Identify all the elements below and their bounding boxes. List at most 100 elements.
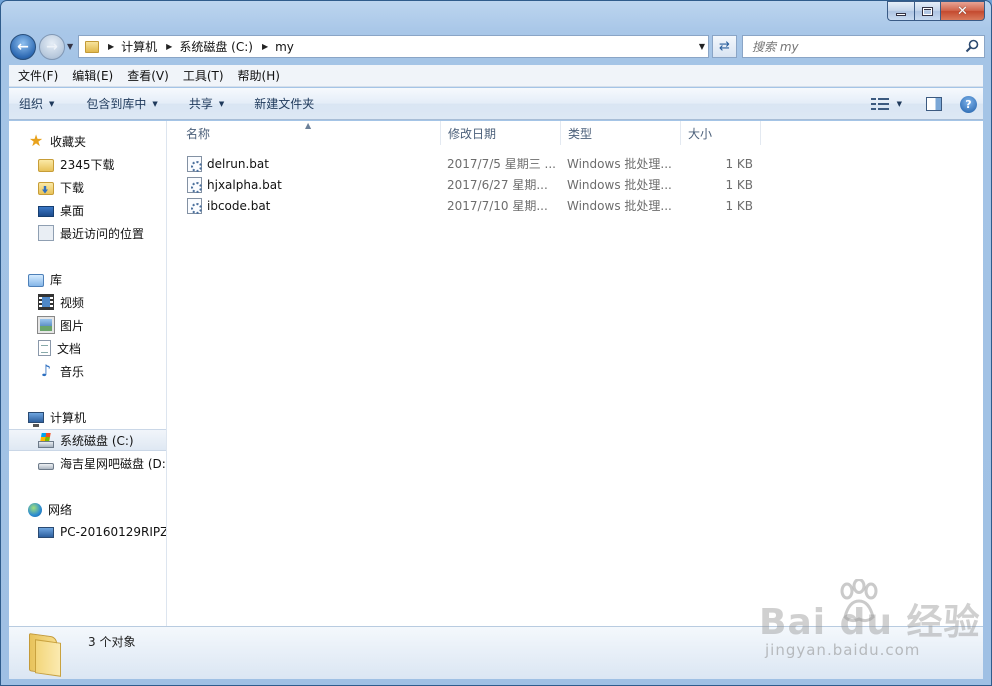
file-type: Windows 批处理... [567, 178, 672, 192]
chevron-right-icon[interactable]: ▶ [108, 42, 114, 51]
folder-icon [38, 158, 54, 172]
nav-item-label: 系统磁盘 (C:) [60, 433, 134, 448]
network-computer-icon [38, 527, 54, 538]
maximize-button[interactable] [914, 1, 940, 21]
breadcrumb-computer[interactable]: 计算机 [121, 38, 157, 55]
recent-places-icon [38, 225, 54, 241]
minimize-button[interactable] [887, 1, 914, 21]
search-box[interactable] [742, 35, 985, 58]
nav-item-label: 海吉星网吧磁盘 (D:) [60, 456, 167, 471]
file-name: hjxalpha.bat [207, 177, 282, 192]
nav-item-documents[interactable]: 文档 [9, 337, 166, 359]
nav-item-label: 音乐 [60, 364, 85, 379]
nav-item-label: 桌面 [60, 203, 85, 218]
nav-item-recent-places[interactable]: 最近访问的位置 [9, 222, 166, 244]
nav-item-downloads[interactable]: 下载 [9, 176, 166, 198]
music-note-icon: ♪ [40, 361, 52, 380]
content-area: ★ 收藏夹 2345下载 下载 桌面 最近访问的位置 库 视频 图片 文档 ♪ … [9, 121, 983, 626]
menu-view[interactable]: 查看(V) [120, 67, 176, 84]
batch-file-icon [187, 197, 202, 214]
share-button[interactable]: 共享 ▼ [167, 95, 233, 112]
menu-bar: 文件(F) 编辑(E) 查看(V) 工具(T) 帮助(H) [9, 65, 983, 87]
column-header-size[interactable]: 大小 [681, 121, 761, 145]
nav-item-label: 2345下载 [60, 157, 115, 172]
address-dropdown-icon[interactable]: ▼ [699, 42, 705, 51]
nav-group-favorites[interactable]: ★ 收藏夹 [9, 130, 166, 152]
file-row[interactable]: delrun.bat 2017/7/5 星期三 ... Windows 批处理.… [168, 153, 768, 174]
nav-item-label: 图片 [60, 318, 85, 333]
chevron-right-icon[interactable]: ▶ [166, 42, 172, 51]
video-icon [38, 294, 54, 310]
command-bar: 组织 ▼ 包含到库中 ▼ 共享 ▼ 新建文件夹 ▼ ? [9, 88, 983, 120]
new-folder-button[interactable]: 新建文件夹 [233, 95, 323, 112]
nav-item-d-drive[interactable]: 海吉星网吧磁盘 (D:) [9, 452, 167, 474]
view-dropdown-icon[interactable]: ▼ [897, 100, 902, 108]
nav-group-network[interactable]: 网络 [9, 498, 166, 520]
dropdown-arrow-icon: ▼ [49, 99, 55, 108]
drive-icon [38, 462, 54, 470]
picture-icon [37, 316, 55, 334]
column-header-type[interactable]: 类型 [561, 121, 681, 145]
search-icon[interactable] [965, 39, 979, 53]
file-size: 1 KB [725, 177, 753, 192]
back-arrow-icon: ← [17, 39, 29, 55]
nav-item-network-pc[interactable]: PC-20160129RIPZ [9, 521, 167, 543]
nav-group-libraries[interactable]: 库 [9, 268, 166, 290]
refresh-icon: ⇄ [719, 39, 730, 54]
maximize-icon [922, 6, 933, 16]
file-row[interactable]: hjxalpha.bat 2017/6/27 星期... Windows 批处理… [168, 174, 768, 195]
sort-ascending-icon: ▲ [305, 121, 312, 130]
dropdown-arrow-icon: ▼ [152, 99, 158, 108]
system-drive-icon [38, 440, 54, 448]
column-header-label: 修改日期 [448, 126, 497, 141]
view-options-icon[interactable] [870, 97, 889, 111]
menu-edit[interactable]: 编辑(E) [65, 67, 120, 84]
nav-group-label: 网络 [48, 502, 73, 517]
menu-file[interactable]: 文件(F) [11, 67, 65, 84]
file-date: 2017/7/5 星期三 ... [447, 157, 556, 171]
details-pane: 3 个对象 [9, 626, 983, 679]
nav-group-label: 库 [50, 272, 63, 287]
address-bar[interactable]: ▶ 计算机 ▶ 系统磁盘 (C:) ▶ my ▼ [78, 35, 709, 58]
forward-button[interactable]: → [39, 34, 65, 60]
nav-item-pictures[interactable]: 图片 [9, 314, 166, 336]
nav-group-computer[interactable]: 计算机 [9, 406, 166, 428]
menu-help[interactable]: 帮助(H) [231, 67, 287, 84]
nav-item-desktop[interactable]: 桌面 [9, 199, 166, 221]
preview-pane-icon[interactable] [926, 97, 942, 111]
large-folder-icon [29, 633, 63, 677]
nav-item-label: PC-20160129RIPZ [60, 525, 167, 539]
desktop-icon [38, 206, 54, 217]
column-header-date[interactable]: 修改日期 [441, 121, 561, 145]
help-icon[interactable]: ? [960, 95, 977, 113]
menu-tools[interactable]: 工具(T) [176, 67, 231, 84]
breadcrumb-my[interactable]: my [275, 40, 294, 54]
computer-icon [28, 412, 44, 427]
back-button[interactable]: ← [10, 34, 36, 60]
refresh-button[interactable]: ⇄ [712, 35, 737, 58]
dropdown-arrow-icon: ▼ [218, 99, 225, 108]
document-icon [38, 340, 51, 356]
file-type: Windows 批处理... [567, 199, 672, 213]
close-button[interactable]: ✕ [940, 1, 985, 21]
breadcrumb-c-drive[interactable]: 系统磁盘 (C:) [179, 38, 253, 55]
file-date: 2017/6/27 星期... [447, 178, 548, 192]
new-folder-label: 新建文件夹 [254, 97, 315, 111]
nav-item-c-drive[interactable]: 系统磁盘 (C:) [9, 429, 166, 451]
column-header-label: 大小 [688, 126, 713, 141]
caption-buttons: ✕ [887, 1, 985, 21]
file-size: 1 KB [725, 198, 753, 213]
recent-pages-dropdown-icon[interactable]: ▼ [67, 42, 73, 51]
file-name: ibcode.bat [207, 198, 271, 213]
include-library-button[interactable]: 包含到库中 ▼ [63, 95, 166, 112]
chevron-right-icon[interactable]: ▶ [262, 42, 268, 51]
file-list: 名称 ▲ 修改日期 类型 大小 delrun.bat 2017/7/5 星期三 … [168, 121, 983, 626]
organize-button[interactable]: 组织 ▼ [9, 95, 63, 112]
nav-item-label: 文档 [57, 341, 82, 356]
column-header-label: 名称 [186, 126, 211, 141]
nav-item-videos[interactable]: 视频 [9, 291, 166, 313]
nav-item-2345-downloads[interactable]: 2345下载 [9, 153, 166, 175]
nav-item-music[interactable]: ♪ 音乐 [9, 360, 166, 382]
search-input[interactable] [752, 39, 962, 54]
file-row[interactable]: ibcode.bat 2017/7/10 星期... Windows 批处理..… [168, 195, 768, 216]
